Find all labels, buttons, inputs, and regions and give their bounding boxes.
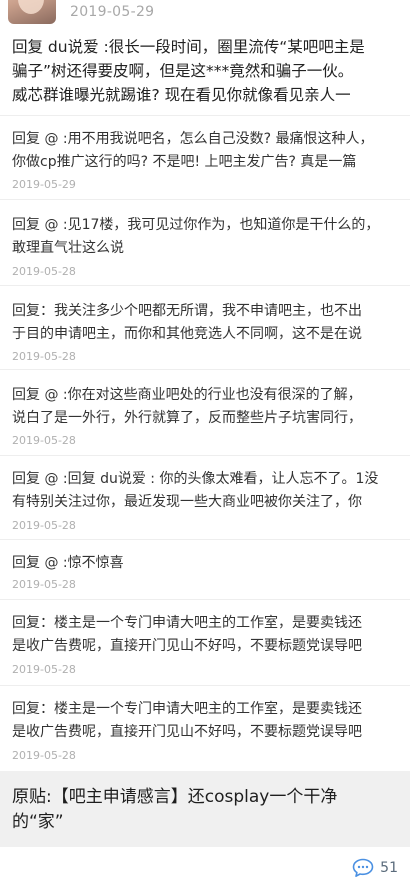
reply-count-button[interactable]: 51: [352, 857, 398, 879]
reply-text-line: 回复 @ :回复 du说爱 : 你的头像太难看，让人忘不了。1没: [12, 471, 379, 487]
reply-date: 2019-05-28: [12, 519, 76, 532]
comment-bubble-icon: [352, 858, 374, 877]
reply-text: 回复 @ :见17楼，我可见过你作为，也知道你是干什么的， 敢理直气壮这么说: [12, 214, 404, 260]
reply-text-line: 回复：楼主是一个专门申请大吧主的工作室，是要卖钱还: [12, 615, 362, 631]
reply-item[interactable]: 回复 @ :见17楼，我可见过你作为，也知道你是干什么的， 敢理直气壮这么说 2…: [0, 199, 410, 286]
reply-text-line: 是收广告费呢，直接开门见山不好吗，不要标题党误导吧: [12, 638, 362, 654]
post-content-line: 骗子”树还得要皮啊，但是这***竟然和骗子一伙。: [12, 62, 354, 80]
reply-text-line: 回复 @ :用不用我说吧名，怎么自己没数? 最痛恨这种人，: [12, 131, 374, 147]
original-post-title: 原贴:【吧主申请感言】还cosplay一个干净 的“家”: [12, 785, 402, 835]
reply-item[interactable]: 回复：楼主是一个专门申请大吧主的工作室，是要卖钱还 是收广告费呢，直接开门见山不…: [0, 599, 410, 686]
reply-date: 2019-05-28: [12, 663, 76, 676]
reply-text-line: 你做cp推广这行的吗? 不是吧! 上吧主发广告? 真是一篇: [12, 154, 357, 170]
reply-item[interactable]: 回复：我关注多少个吧都无所谓，我不申请吧主，也不出 于目的申请吧主，而你和其他竞…: [0, 285, 410, 370]
reply-text: 回复 @ :惊不惊喜: [12, 552, 404, 575]
reply-text: 回复 @ :回复 du说爱 : 你的头像太难看，让人忘不了。1没 有特别关注过你…: [12, 468, 404, 514]
original-post-link[interactable]: 原贴:【吧主申请感言】还cosplay一个干净 的“家”: [0, 771, 410, 847]
reply-text-line: 回复 @ :惊不惊喜: [12, 555, 124, 571]
reply-text-line: 敢理直气壮这么说: [12, 240, 124, 256]
reply-text-line: 是收广告费呢，直接开门见山不好吗，不要标题党误导吧: [12, 724, 362, 740]
reply-text-line: 于目的申请吧主，而你和其他竞选人不同啊，这不是在说: [12, 326, 362, 342]
reply-text-line: 有特别关注过你，最近发现一些大商业吧被你关注了，你: [12, 494, 362, 510]
reply-text-line: 回复：我关注多少个吧都无所谓，我不申请吧主，也不出: [12, 303, 362, 319]
reply-text: 回复 @ :你在对这些商业吧处的行业也没有很深的了解， 说白了是一外行，外行就算…: [12, 384, 404, 430]
avatar[interactable]: [8, 0, 56, 24]
reply-text: 回复：楼主是一个专门申请大吧主的工作室，是要卖钱还 是收广告费呢，直接开门见山不…: [12, 612, 404, 658]
reply-text-line: 回复 @ :见17楼，我可见过你作为，也知道你是干什么的，: [12, 217, 380, 233]
reply-date: 2019-05-28: [12, 265, 76, 278]
reply-text-line: 回复 @ :你在对这些商业吧处的行业也没有很深的了解，: [12, 387, 362, 403]
post-date: 2019-05-29: [70, 4, 155, 20]
reply-item[interactable]: 回复 @ :用不用我说吧名，怎么自己没数? 最痛恨这种人， 你做cp推广这行的吗…: [0, 115, 410, 200]
reply-item[interactable]: 回复 @ :惊不惊喜 2019-05-28: [0, 539, 410, 600]
reply-text-line: 说白了是一外行，外行就算了，反而整些片子坑害同行，: [12, 410, 362, 426]
reply-text: 回复：我关注多少个吧都无所谓，我不申请吧主，也不出 于目的申请吧主，而你和其他竞…: [12, 300, 404, 346]
original-post-title-line: 的“家”: [12, 812, 64, 832]
reply-item[interactable]: 回复：楼主是一个专门申请大吧主的工作室，是要卖钱还 是收广告费呢，直接开门见山不…: [0, 685, 410, 772]
post-header: 2019-05-29: [0, 0, 410, 34]
reply-date: 2019-05-29: [12, 178, 76, 191]
reply-text: 回复 @ :用不用我说吧名，怎么自己没数? 最痛恨这种人， 你做cp推广这行的吗…: [12, 128, 404, 174]
reply-date: 2019-05-28: [12, 578, 76, 591]
reply-date: 2019-05-28: [12, 749, 76, 762]
reply-date: 2019-05-28: [12, 350, 76, 363]
reply-item[interactable]: 回复 @ :回复 du说爱 : 你的头像太难看，让人忘不了。1没 有特别关注过你…: [0, 455, 410, 540]
original-post-title-line: 原贴:【吧主申请感言】还cosplay一个干净: [12, 787, 338, 807]
post-content-line: 回复 du说爱 :很长一段时间，圈里流传“某吧吧主是: [12, 38, 365, 56]
reply-date: 2019-05-28: [12, 434, 76, 447]
reply-item[interactable]: 回复 @ :你在对这些商业吧处的行业也没有很深的了解， 说白了是一外行，外行就算…: [0, 369, 410, 456]
reply-text: 回复：楼主是一个专门申请大吧主的工作室，是要卖钱还 是收广告费呢，直接开门见山不…: [12, 698, 404, 744]
reply-text-line: 回复：楼主是一个专门申请大吧主的工作室，是要卖钱还: [12, 701, 362, 717]
post-content: 回复 du说爱 :很长一段时间，圈里流传“某吧吧主是 骗子”树还得要皮啊，但是这…: [12, 35, 402, 107]
reply-count: 51: [380, 860, 398, 876]
thread-page: 2019-05-29 回复 du说爱 :很长一段时间，圈里流传“某吧吧主是 骗子…: [0, 0, 410, 888]
post-content-line: 威芯群谁曝光就踢谁? 现在看见你就像看见亲人一: [12, 86, 351, 104]
bottom-bar: 51: [0, 847, 410, 888]
